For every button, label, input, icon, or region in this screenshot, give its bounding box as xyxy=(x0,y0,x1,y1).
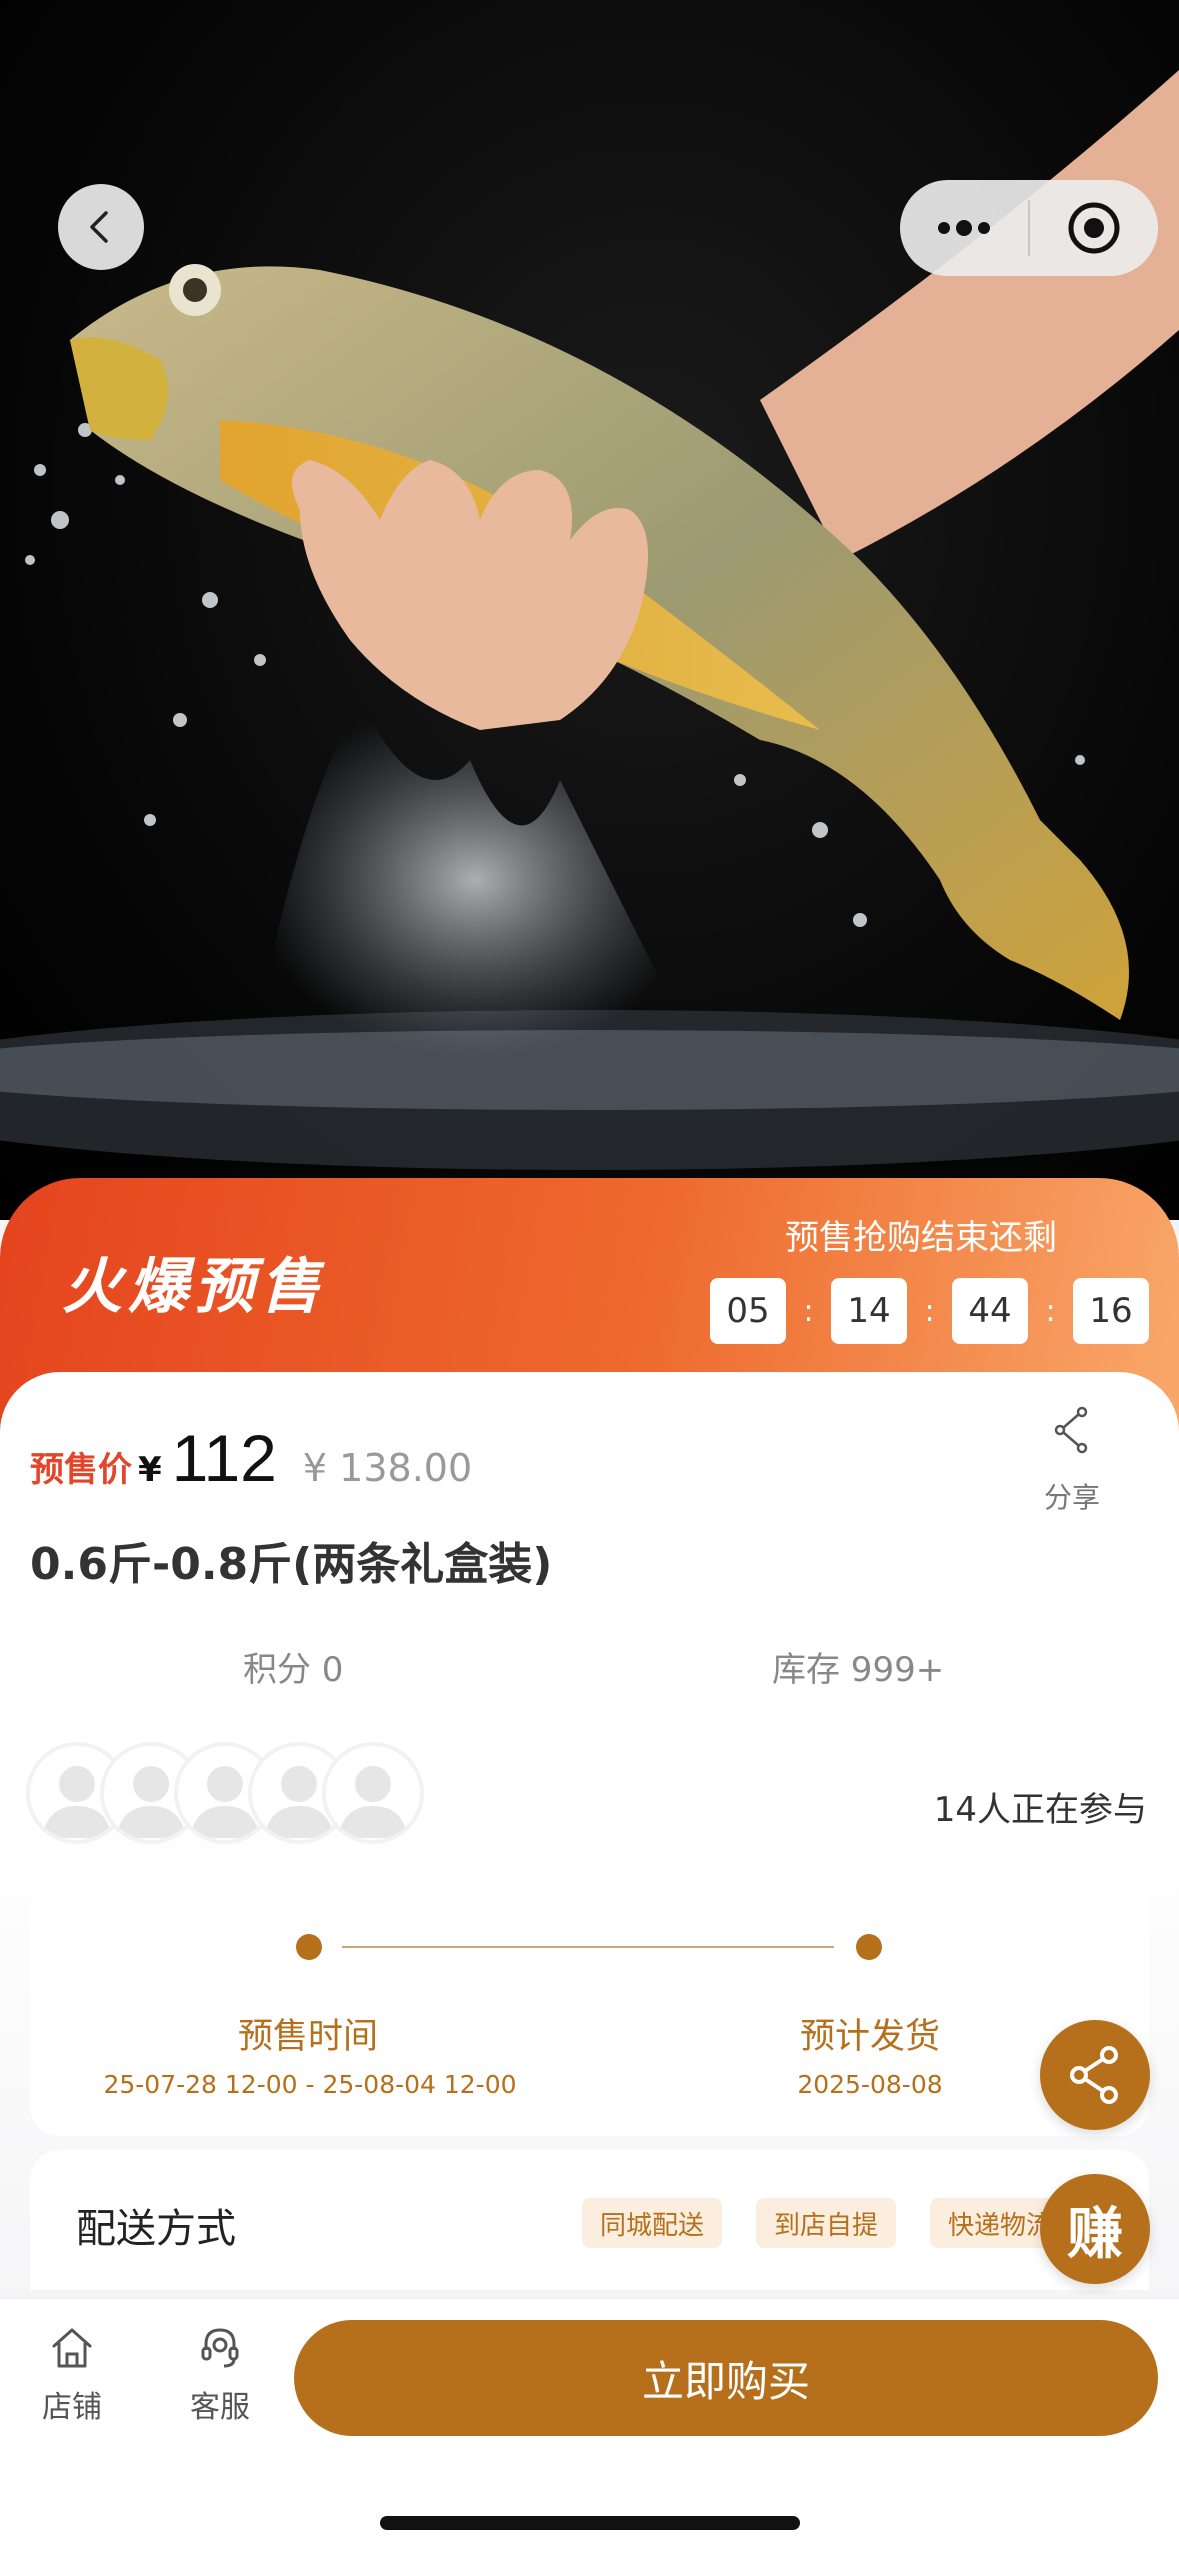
timeline-start-dot xyxy=(296,1934,322,1960)
presale-time-range: 25-07-28 12-00 - 25-08-04 12-00 xyxy=(103,2070,517,2099)
presale-price-value: 112 xyxy=(171,1421,277,1495)
avatar xyxy=(322,1742,424,1844)
share-icon xyxy=(1070,2046,1118,2104)
target-circle-icon xyxy=(1068,202,1120,254)
buy-now-button[interactable]: 立即购买 xyxy=(294,2320,1158,2436)
countdown-seconds: 44 xyxy=(952,1278,1028,1344)
headset-icon xyxy=(201,2328,239,2368)
share-icon xyxy=(1054,1406,1088,1454)
participant-avatars xyxy=(26,1742,424,1844)
countdown-label: 预售抢购结束还剩 xyxy=(785,1218,1057,1258)
share-button[interactable]: 分享 xyxy=(1040,1406,1104,1516)
stock-stat: 库存 999+ xyxy=(772,1650,945,1690)
more-dots-icon xyxy=(938,220,990,236)
price-row: 预售价 ¥ 112 ¥ 138.00 xyxy=(30,1420,472,1496)
earn-button[interactable]: 赚 xyxy=(1040,2174,1150,2284)
ship-date: 2025-08-08 xyxy=(797,2070,943,2099)
back-button[interactable] xyxy=(58,184,144,270)
delivery-method-title: 配送方式 xyxy=(76,2206,236,2252)
countdown-milliseconds: 16 xyxy=(1073,1278,1149,1344)
service-tab-label: 客服 xyxy=(190,2390,250,2425)
home-icon xyxy=(52,2328,92,2368)
chevron-left-icon xyxy=(90,211,108,243)
countdown-timer: 05 : 14 : 44 : 16 xyxy=(710,1278,1149,1344)
store-tab[interactable]: 店铺 xyxy=(22,2324,122,2426)
timeline-line xyxy=(342,1946,834,1948)
mini-program-capsule xyxy=(900,180,1158,276)
presale-title: 火爆预售 xyxy=(62,1252,326,1322)
participants-count: 14人正在参与 xyxy=(933,1790,1147,1830)
points-stat: 积分 0 xyxy=(243,1650,344,1690)
product-name: 0.6斤-0.8斤(两条礼盒装) xyxy=(30,1539,553,1590)
countdown-hours: 05 xyxy=(710,1278,786,1344)
home-indicator xyxy=(380,2516,800,2530)
countdown-colon: : xyxy=(1045,1293,1056,1329)
countdown-minutes: 14 xyxy=(831,1278,907,1344)
floating-share-button[interactable] xyxy=(1040,2020,1150,2130)
share-label: 分享 xyxy=(1043,1481,1100,1514)
close-button[interactable] xyxy=(1030,180,1158,276)
timeline-end-dot xyxy=(856,1934,882,1960)
original-price: ¥ 138.00 xyxy=(302,1446,473,1490)
presale-time-title: 预售时间 xyxy=(237,2017,378,2057)
ship-time-title: 预计发货 xyxy=(799,2017,940,2057)
delivery-tag-pickup[interactable]: 到店自提 xyxy=(756,2198,897,2248)
countdown-colon: : xyxy=(803,1293,814,1329)
service-tab[interactable]: 客服 xyxy=(170,2324,270,2426)
store-tab-label: 店铺 xyxy=(42,2390,102,2425)
presale-price-label: 预售价 xyxy=(30,1450,132,1490)
countdown-colon: : xyxy=(924,1293,935,1329)
price-currency: ¥ xyxy=(138,1450,162,1490)
delivery-tag-city[interactable]: 同城配送 xyxy=(582,2198,723,2248)
more-button[interactable] xyxy=(900,180,1028,276)
